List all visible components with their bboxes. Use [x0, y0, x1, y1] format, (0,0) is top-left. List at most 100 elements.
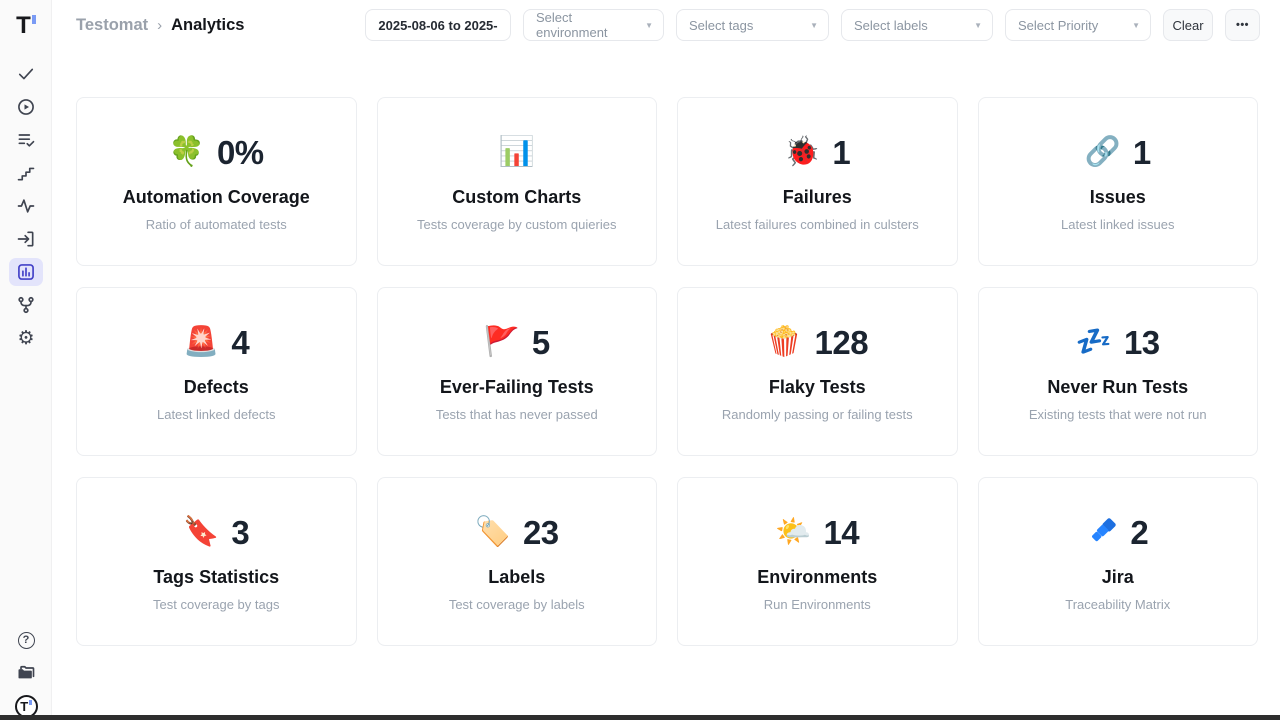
card-value: 5 [532, 324, 550, 362]
stairs-icon [16, 163, 36, 183]
card-subtitle: Randomly passing or failing tests [722, 407, 913, 422]
card-value: 3 [231, 514, 249, 552]
card-defects[interactable]: 🚨 4 Defects Latest linked defects [76, 287, 357, 456]
card-labels[interactable]: 🏷️ 23 Labels Test coverage by labels [377, 477, 658, 646]
card-title: Issues [1090, 187, 1146, 208]
filter-placeholder: Select environment [536, 10, 637, 40]
clear-filters-button[interactable]: Clear [1163, 9, 1213, 41]
card-title: Flaky Tests [769, 377, 866, 398]
check-icon [16, 64, 36, 84]
rotating-light-icon: 🚨 [183, 328, 219, 357]
card-ever-failing-tests[interactable]: 🚩 5 Ever-Failing Tests Tests that has ne… [377, 287, 658, 456]
card-subtitle: Ratio of automated tests [146, 217, 287, 232]
card-value: 14 [823, 514, 859, 552]
card-value: 2 [1130, 514, 1148, 552]
sidebar-item-activity[interactable] [9, 192, 43, 220]
date-range-button[interactable]: 2025-08-06 to 2025- [365, 9, 511, 41]
sidebar-item-branches[interactable] [9, 291, 43, 319]
sidebar-item-plans[interactable] [9, 126, 43, 154]
label-tag-icon: 🏷️ [475, 518, 511, 547]
card-title: Custom Charts [452, 187, 581, 208]
app-logo[interactable]: T [0, 8, 52, 44]
breadcrumb: Testomat › Analytics [76, 16, 245, 35]
card-subtitle: Traceability Matrix [1065, 597, 1170, 612]
sidebar-item-docs[interactable] [9, 659, 43, 687]
filter-placeholder: Select labels [854, 18, 928, 33]
chevron-down-icon: ▼ [1132, 21, 1140, 30]
card-value: 1 [832, 134, 850, 172]
card-title: Automation Coverage [123, 187, 310, 208]
lady-beetle-icon: 🐞 [784, 138, 820, 167]
card-value: 1 [1133, 134, 1151, 172]
card-tags-statistics[interactable]: 🔖 3 Tags Statistics Test coverage by tag… [76, 477, 357, 646]
clover-icon: 🍀 [169, 138, 205, 167]
filter-group: Select environment ▼ Select tags ▼ Selec… [523, 9, 1151, 41]
bar-chart-emoji-icon: 📊 [499, 138, 535, 167]
card-subtitle: Run Environments [764, 597, 871, 612]
card-failures[interactable]: 🐞 1 Failures Latest failures combined in… [677, 97, 958, 266]
topbar: Testomat › Analytics 2025-08-06 to 2025-… [52, 0, 1280, 50]
logo-letter: T [16, 14, 31, 38]
filter-placeholder: Select tags [689, 18, 753, 33]
chevron-down-icon: ▼ [810, 21, 818, 30]
card-jira[interactable]: 2 Jira Traceability Matrix [978, 477, 1259, 646]
sun-behind-cloud-icon: 🌤️ [775, 518, 811, 547]
card-value: 128 [815, 324, 869, 362]
sidebar-item-milestones[interactable] [9, 159, 43, 187]
card-never-run-tests[interactable]: 💤 13 Never Run Tests Existing tests that… [978, 287, 1259, 456]
bookmark-icon: 🔖 [183, 518, 219, 547]
card-title: Jira [1102, 567, 1134, 588]
card-subtitle: Latest linked defects [157, 407, 276, 422]
play-circle-icon [16, 97, 36, 117]
card-title: Environments [757, 567, 877, 588]
card-title: Failures [783, 187, 852, 208]
sidebar-item-settings[interactable]: ⚙ [9, 324, 43, 352]
filter-select-environment[interactable]: Select environment ▼ [523, 9, 664, 41]
zzz-icon: 💤 [1076, 328, 1112, 357]
card-title: Defects [184, 377, 249, 398]
sidebar-item-tests[interactable] [9, 60, 43, 88]
gear-icon: ⚙ [17, 329, 34, 348]
card-title: Never Run Tests [1047, 377, 1188, 398]
card-subtitle: Test coverage by labels [449, 597, 585, 612]
more-options-button[interactable]: ••• [1225, 9, 1260, 41]
sidebar-item-import[interactable] [9, 225, 43, 253]
filter-select-priority[interactable]: Select Priority ▼ [1005, 9, 1151, 41]
bar-chart-icon [16, 262, 36, 282]
chevron-down-icon: ▼ [974, 21, 982, 30]
sidebar-item-help[interactable]: ? [9, 626, 43, 654]
filter-select-tags[interactable]: Select tags ▼ [676, 9, 829, 41]
jira-icon [1087, 517, 1118, 548]
card-environments[interactable]: 🌤️ 14 Environments Run Environments [677, 477, 958, 646]
filter-placeholder: Select Priority [1018, 18, 1098, 33]
card-value: 23 [523, 514, 559, 552]
breadcrumb-separator: › [157, 17, 162, 34]
analytics-dashboard: T [0, 0, 1280, 720]
filter-toolbar: 2025-08-06 to 2025- Select environment ▼… [365, 9, 1260, 41]
card-subtitle: Tests that has never passed [436, 407, 598, 422]
card-subtitle: Latest failures combined in culsters [716, 217, 919, 232]
card-issues[interactable]: 🔗 1 Issues Latest linked issues [978, 97, 1259, 266]
import-icon [16, 229, 36, 249]
card-subtitle: Existing tests that were not run [1029, 407, 1207, 422]
list-check-icon [16, 130, 36, 150]
card-flaky-tests[interactable]: 🍿 128 Flaky Tests Randomly passing or fa… [677, 287, 958, 456]
card-value: 13 [1124, 324, 1160, 362]
filter-select-labels[interactable]: Select labels ▼ [841, 9, 993, 41]
card-value: 0% [217, 134, 264, 172]
card-custom-charts[interactable]: 📊 Custom Charts Tests coverage by custom… [377, 97, 658, 266]
card-subtitle: Tests coverage by custom quieries [417, 217, 616, 232]
pulse-icon [16, 196, 36, 216]
card-title: Labels [488, 567, 545, 588]
chevron-down-icon: ▼ [645, 21, 653, 30]
sidebar-nav: ⚙ [0, 60, 52, 352]
breadcrumb-project[interactable]: Testomat [76, 16, 148, 35]
help-icon: ? [18, 632, 35, 649]
sidebar-item-runs[interactable] [9, 93, 43, 121]
card-automation-coverage[interactable]: 🍀 0% Automation Coverage Ratio of automa… [76, 97, 357, 266]
page-title: Analytics [171, 16, 244, 35]
sidebar-item-analytics[interactable] [9, 258, 43, 286]
card-title: Ever-Failing Tests [440, 377, 594, 398]
card-subtitle: Latest linked issues [1061, 217, 1174, 232]
link-icon: 🔗 [1085, 138, 1121, 167]
